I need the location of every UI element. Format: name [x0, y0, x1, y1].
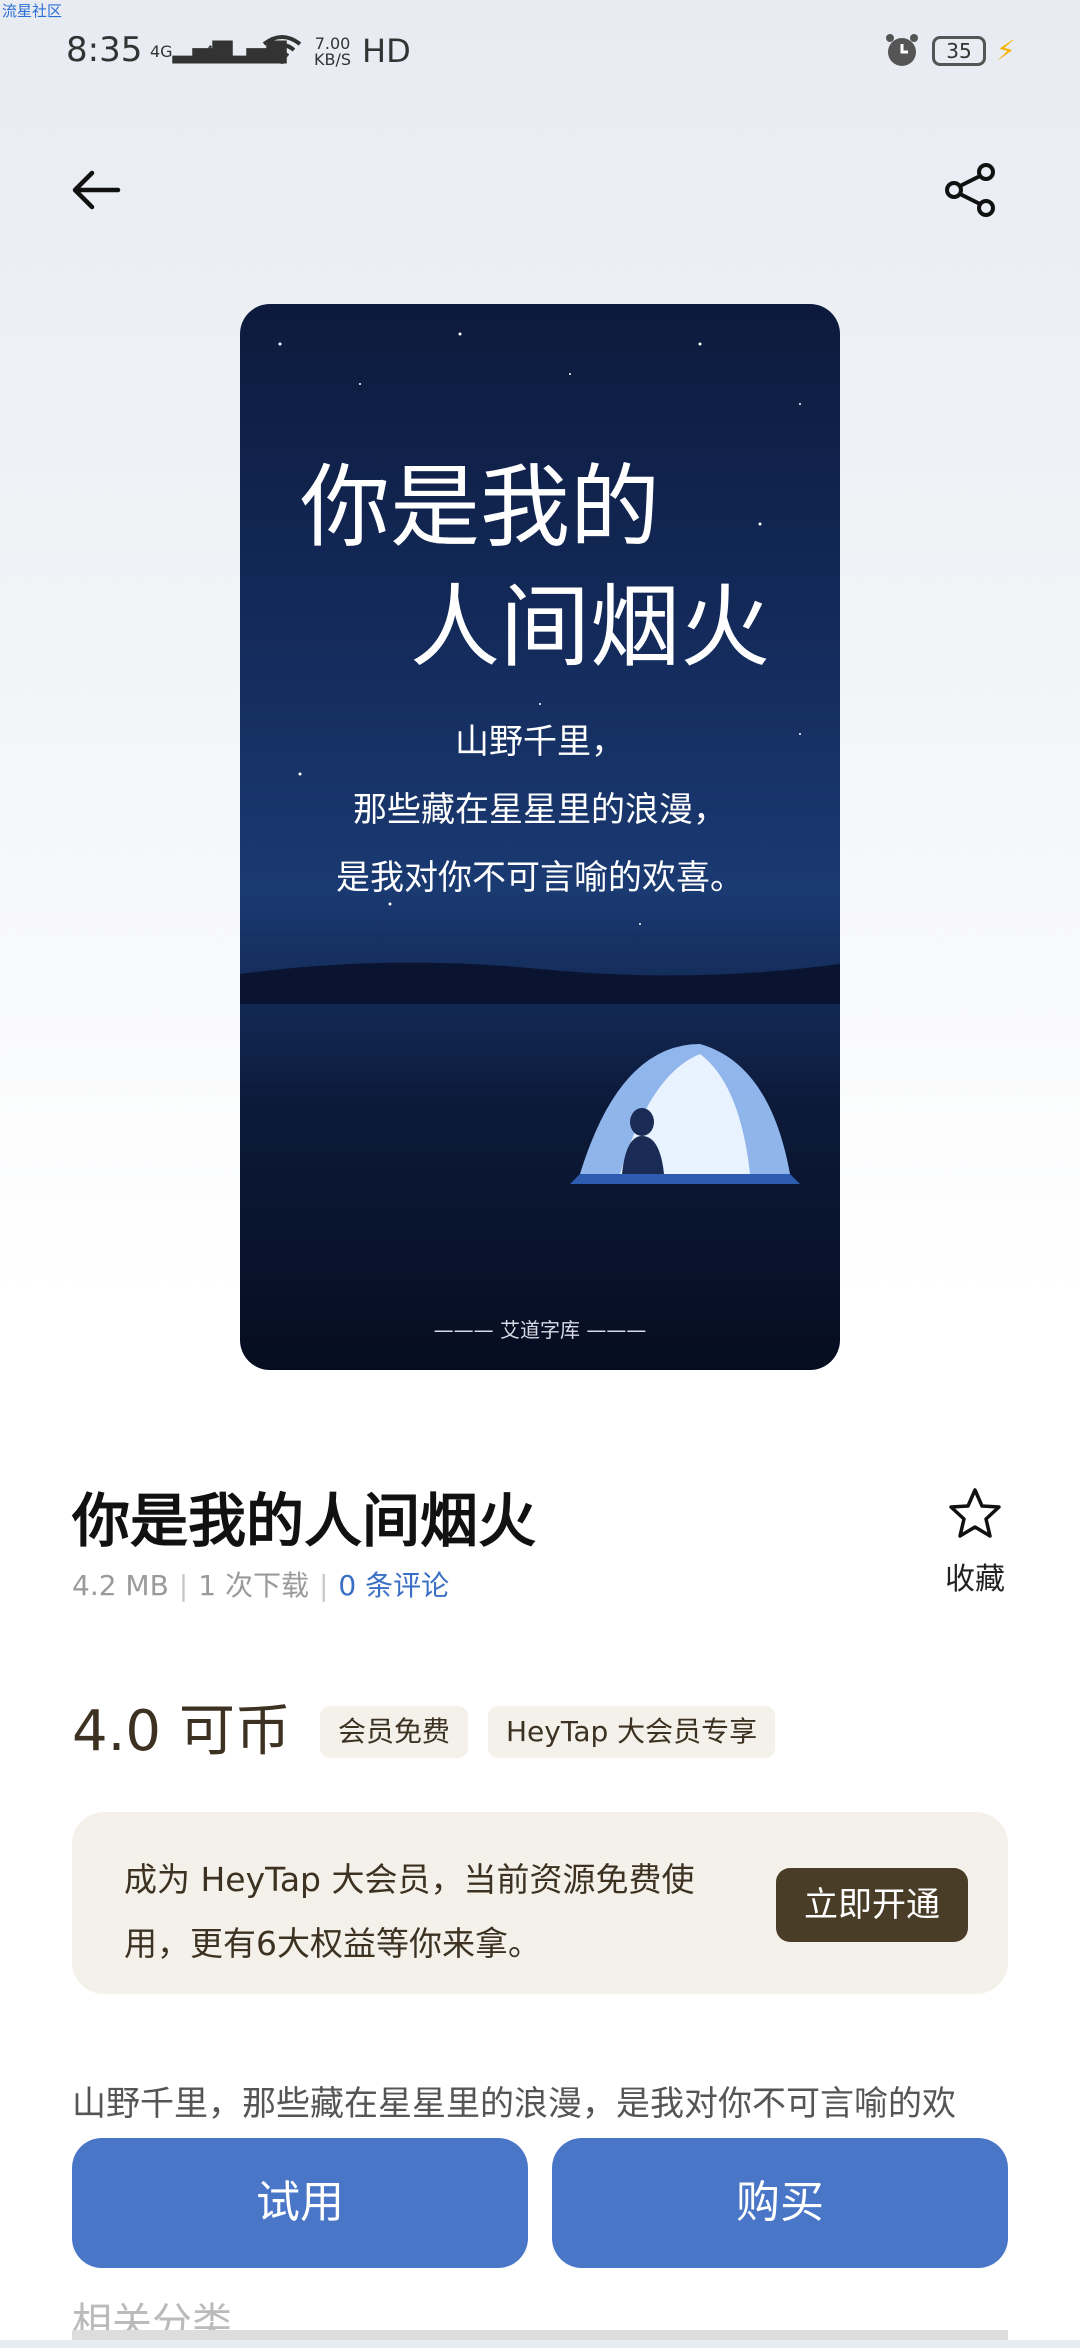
star-icon — [920, 1484, 1030, 1548]
comments-link[interactable]: 0 条评论 — [338, 1569, 449, 1602]
theme-preview-image[interactable]: 你是我的 人间烟火 山野千里， 那些藏在星星里的浪漫， 是我对你不可言喻的欢喜。… — [240, 304, 840, 1370]
hd-indicator: HD — [362, 32, 411, 70]
wifi-icon — [262, 34, 302, 64]
alarm-icon — [884, 32, 920, 68]
tag-member-free: 会员免费 — [320, 1706, 469, 1758]
share-icon[interactable] — [940, 160, 1000, 220]
charging-icon: ⚡ — [996, 34, 1016, 67]
try-button[interactable]: 试用 — [72, 2138, 528, 2268]
net-speed: 7.00 KB/S — [314, 34, 352, 69]
clock: 8:35 — [66, 30, 143, 70]
open-membership-button[interactable]: 立即开通 — [776, 1868, 968, 1942]
battery-icon: 35 — [932, 36, 986, 66]
preview-line-1: 山野千里， — [455, 722, 625, 762]
status-bar: 流星社区 8:35 4G▂▄▆ 4G▂▄▆ 7.00 KB/S HD 35 ⚡ — [0, 0, 1080, 100]
buy-button[interactable]: 购买 — [552, 2138, 1008, 2268]
price: 4.0 可币 — [72, 1699, 291, 1764]
watermark: 流星社区 — [2, 2, 63, 20]
preview-line-3: 是我对你不可言喻的欢喜。 — [336, 858, 744, 898]
preview-title-line2: 人间烟火 — [410, 575, 770, 680]
resource-meta: 4.2 MB | 1 次下载 | 0 条评论 — [72, 1569, 450, 1602]
description: 山野千里，那些藏在星星里的浪漫，是我对你不可言喻的欢 — [72, 2084, 956, 2124]
back-icon[interactable] — [66, 160, 126, 220]
favorite-label: 收藏 — [945, 1562, 1005, 1597]
related-categories-strip — [72, 2330, 1008, 2340]
tent-illustration — [560, 1024, 800, 1194]
resource-title: 你是我的人间烟火 — [72, 1487, 537, 1555]
tag-heytap-exclusive: HeyTap 大会员专享 — [488, 1706, 776, 1758]
preview-title-line1: 你是我的 — [300, 455, 660, 560]
membership-banner: 成为 HeyTap 大会员，当前资源免费使用，更有6大权益等你来拿。 立即开通 — [72, 1812, 1008, 1994]
download-count: 1 次下载 — [198, 1569, 309, 1602]
banner-text: 成为 HeyTap 大会员，当前资源免费使用，更有6大权益等你来拿。 — [124, 1860, 695, 1963]
preview-signature: ——— 艾道字库 ——— — [433, 1318, 647, 1342]
preview-line-2: 那些藏在星星里的浪漫， — [353, 790, 727, 830]
file-size: 4.2 MB — [72, 1569, 169, 1602]
favorite-button[interactable]: 收藏 — [920, 1484, 1030, 1598]
